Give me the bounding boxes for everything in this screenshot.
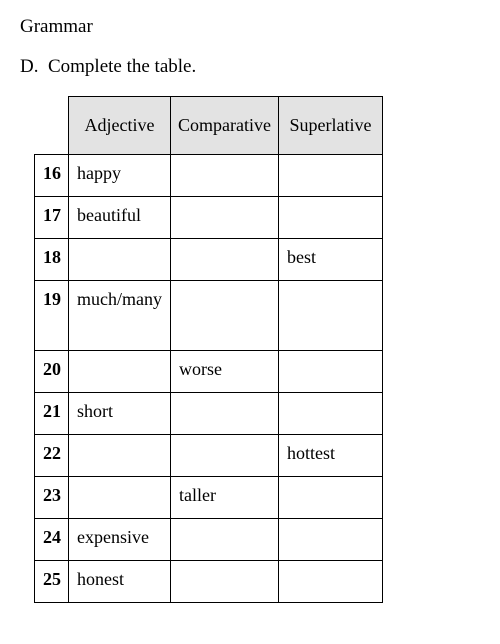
- header-row: Adjective Comparative Superlative: [35, 97, 383, 155]
- row-number: 19: [35, 281, 69, 351]
- adjective-cell[interactable]: honest: [69, 561, 171, 603]
- table-row: 25 honest: [35, 561, 383, 603]
- adjective-cell[interactable]: [69, 435, 171, 477]
- grammar-table: Adjective Comparative Superlative 16 hap…: [34, 96, 383, 603]
- adjective-cell[interactable]: beautiful: [69, 197, 171, 239]
- adjective-cell[interactable]: expensive: [69, 519, 171, 561]
- row-number: 21: [35, 393, 69, 435]
- table-row: 18 best: [35, 239, 383, 281]
- comparative-cell[interactable]: [170, 239, 278, 281]
- table-row: 24 expensive: [35, 519, 383, 561]
- superlative-cell[interactable]: [278, 477, 382, 519]
- adjective-cell[interactable]: [69, 351, 171, 393]
- superlative-cell[interactable]: [278, 281, 382, 351]
- adjective-cell[interactable]: short: [69, 393, 171, 435]
- header-adjective: Adjective: [69, 97, 171, 155]
- row-number: 22: [35, 435, 69, 477]
- superlative-cell[interactable]: [278, 197, 382, 239]
- row-number: 25: [35, 561, 69, 603]
- header-superlative: Superlative: [278, 97, 382, 155]
- comparative-cell[interactable]: [170, 561, 278, 603]
- corner-cell: [35, 97, 69, 155]
- table-row: 19 much/many: [35, 281, 383, 351]
- comparative-cell[interactable]: taller: [170, 477, 278, 519]
- table-row: 21 short: [35, 393, 383, 435]
- row-number: 20: [35, 351, 69, 393]
- adjective-cell[interactable]: much/many: [69, 281, 171, 351]
- superlative-cell[interactable]: [278, 351, 382, 393]
- table-row: 16 happy: [35, 155, 383, 197]
- section-title: Grammar: [20, 16, 480, 38]
- row-number: 18: [35, 239, 69, 281]
- superlative-cell[interactable]: [278, 519, 382, 561]
- superlative-cell[interactable]: [278, 561, 382, 603]
- header-comparative: Comparative: [170, 97, 278, 155]
- comparative-cell[interactable]: [170, 519, 278, 561]
- comparative-cell[interactable]: [170, 393, 278, 435]
- superlative-cell[interactable]: best: [278, 239, 382, 281]
- comparative-cell[interactable]: [170, 435, 278, 477]
- table-row: 22 hottest: [35, 435, 383, 477]
- comparative-cell[interactable]: [170, 155, 278, 197]
- superlative-cell[interactable]: hottest: [278, 435, 382, 477]
- adjective-cell[interactable]: happy: [69, 155, 171, 197]
- adjective-cell[interactable]: [69, 477, 171, 519]
- table-row: 23 taller: [35, 477, 383, 519]
- instruction-text: D. Complete the table.: [20, 56, 480, 78]
- superlative-cell[interactable]: [278, 393, 382, 435]
- adjective-cell[interactable]: [69, 239, 171, 281]
- row-number: 16: [35, 155, 69, 197]
- comparative-cell[interactable]: [170, 281, 278, 351]
- row-number: 24: [35, 519, 69, 561]
- comparative-cell[interactable]: [170, 197, 278, 239]
- superlative-cell[interactable]: [278, 155, 382, 197]
- comparative-cell[interactable]: worse: [170, 351, 278, 393]
- table-row: 20 worse: [35, 351, 383, 393]
- table-row: 17 beautiful: [35, 197, 383, 239]
- row-number: 17: [35, 197, 69, 239]
- row-number: 23: [35, 477, 69, 519]
